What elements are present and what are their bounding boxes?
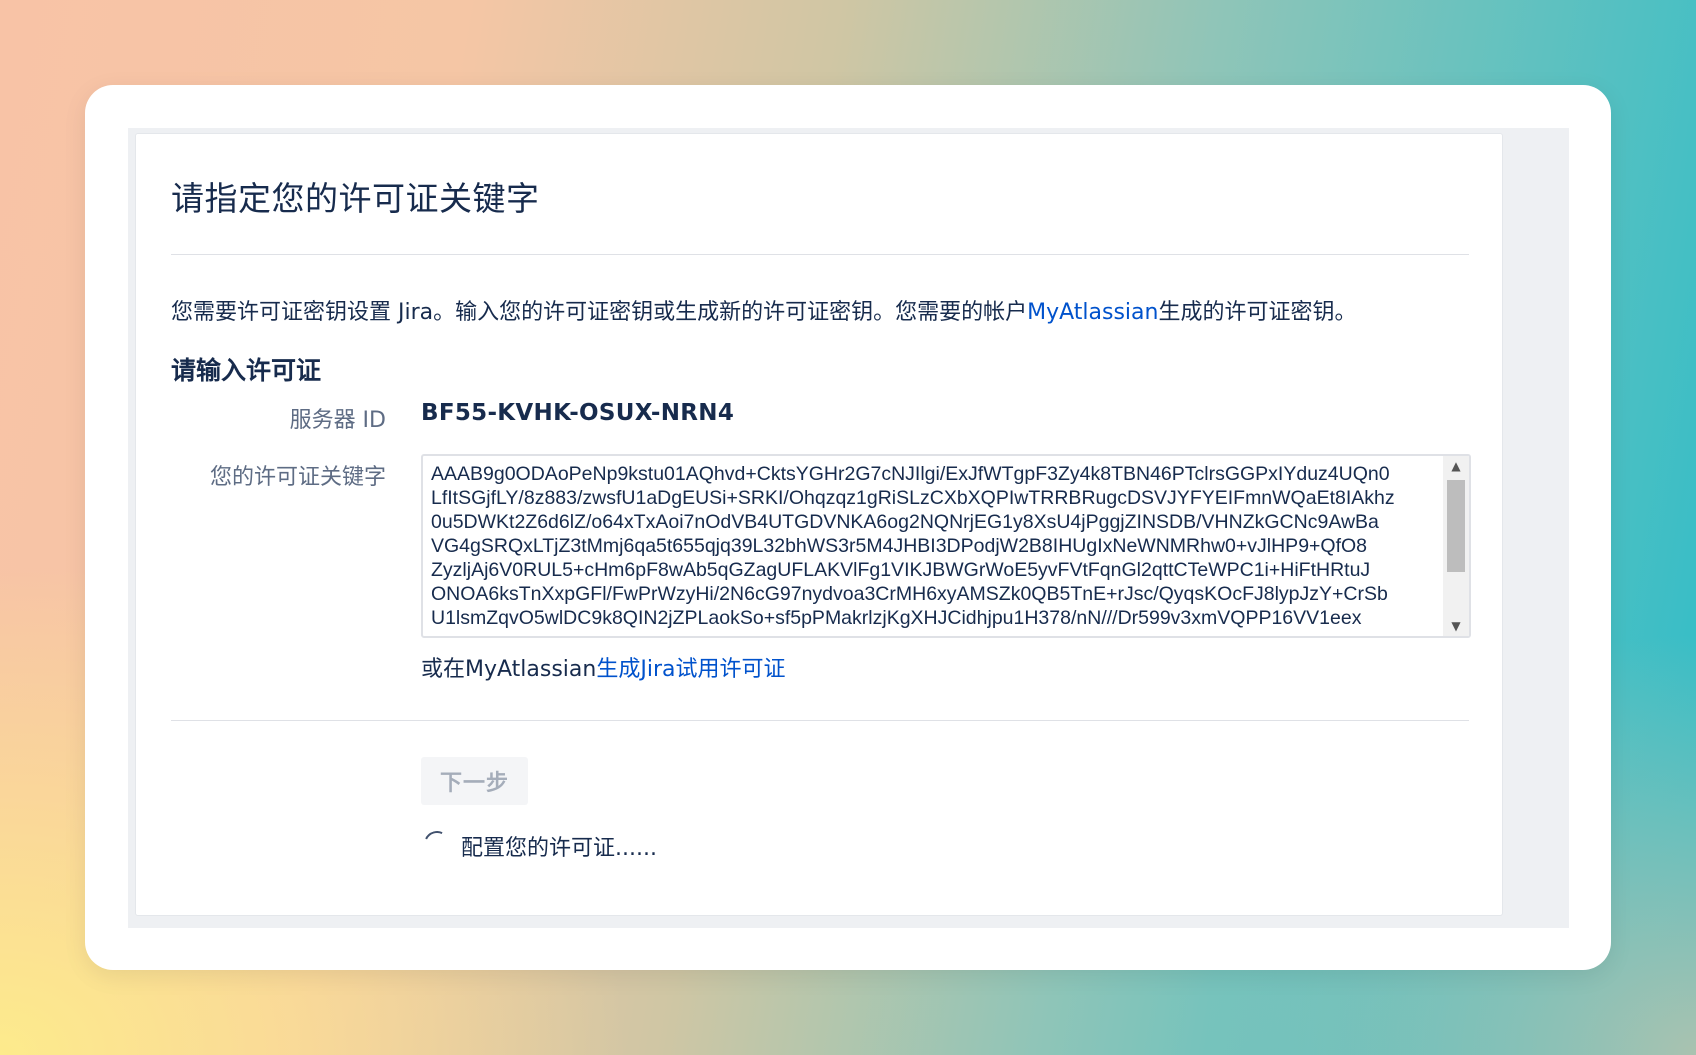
generate-trial-license-link[interactable]: 生成Jira试用许可证 bbox=[596, 657, 785, 682]
intro-text-after: 生成的许可证密钥。 bbox=[1158, 300, 1357, 325]
intro-text: 您需要许可证密钥设置 Jira。输入您的许可证密钥或生成新的许可证密钥。您需要的… bbox=[171, 294, 1357, 326]
status-text: 配置您的许可证...... bbox=[461, 836, 657, 861]
scroll-up-arrow-icon[interactable]: ▲ bbox=[1443, 456, 1469, 476]
section-title: 请输入许可证 bbox=[171, 356, 322, 385]
page-background: 请指定您的许可证关键字 您需要许可证密钥设置 Jira。输入您的许可证密钥或生成… bbox=[128, 128, 1569, 928]
server-id-value: BF55-KVHK-OSUX-NRN4 bbox=[421, 400, 735, 426]
license-key-label: 您的许可证关键字 bbox=[209, 465, 386, 490]
browser-window: 请指定您的许可证关键字 您需要许可证密钥设置 Jira。输入您的许可证密钥或生成… bbox=[85, 85, 1611, 970]
intro-text-before: 您需要许可证密钥设置 Jira。输入您的许可证密钥或生成新的许可证密钥。您需要的… bbox=[171, 300, 1028, 325]
license-key-text[interactable]: AAAB9g0ODAoPeNp9kstu01AQhvd+CktsYGHr2G7c… bbox=[431, 462, 1433, 636]
trial-license-prefix: 或在MyAtlassian bbox=[421, 657, 597, 682]
scrollbar-thumb[interactable] bbox=[1447, 480, 1465, 572]
form-divider bbox=[171, 720, 1469, 721]
textarea-scrollbar[interactable]: ▲ ▼ bbox=[1443, 456, 1469, 636]
next-button[interactable]: 下一步 bbox=[421, 757, 528, 805]
title-divider bbox=[171, 254, 1469, 255]
myatlassian-link[interactable]: MyAtlassian bbox=[1027, 300, 1158, 325]
license-card: 请指定您的许可证关键字 您需要许可证密钥设置 Jira。输入您的许可证密钥或生成… bbox=[135, 133, 1503, 916]
license-key-textarea[interactable]: AAAB9g0ODAoPeNp9kstu01AQhvd+CktsYGHr2G7c… bbox=[421, 454, 1471, 638]
scroll-down-arrow-icon[interactable]: ▼ bbox=[1443, 616, 1469, 636]
trial-license-line: 或在MyAtlassian生成Jira试用许可证 bbox=[421, 651, 786, 683]
page-title: 请指定您的许可证关键字 bbox=[171, 179, 540, 218]
loading-spinner-icon bbox=[420, 827, 454, 861]
server-id-label: 服务器 ID bbox=[289, 408, 386, 433]
